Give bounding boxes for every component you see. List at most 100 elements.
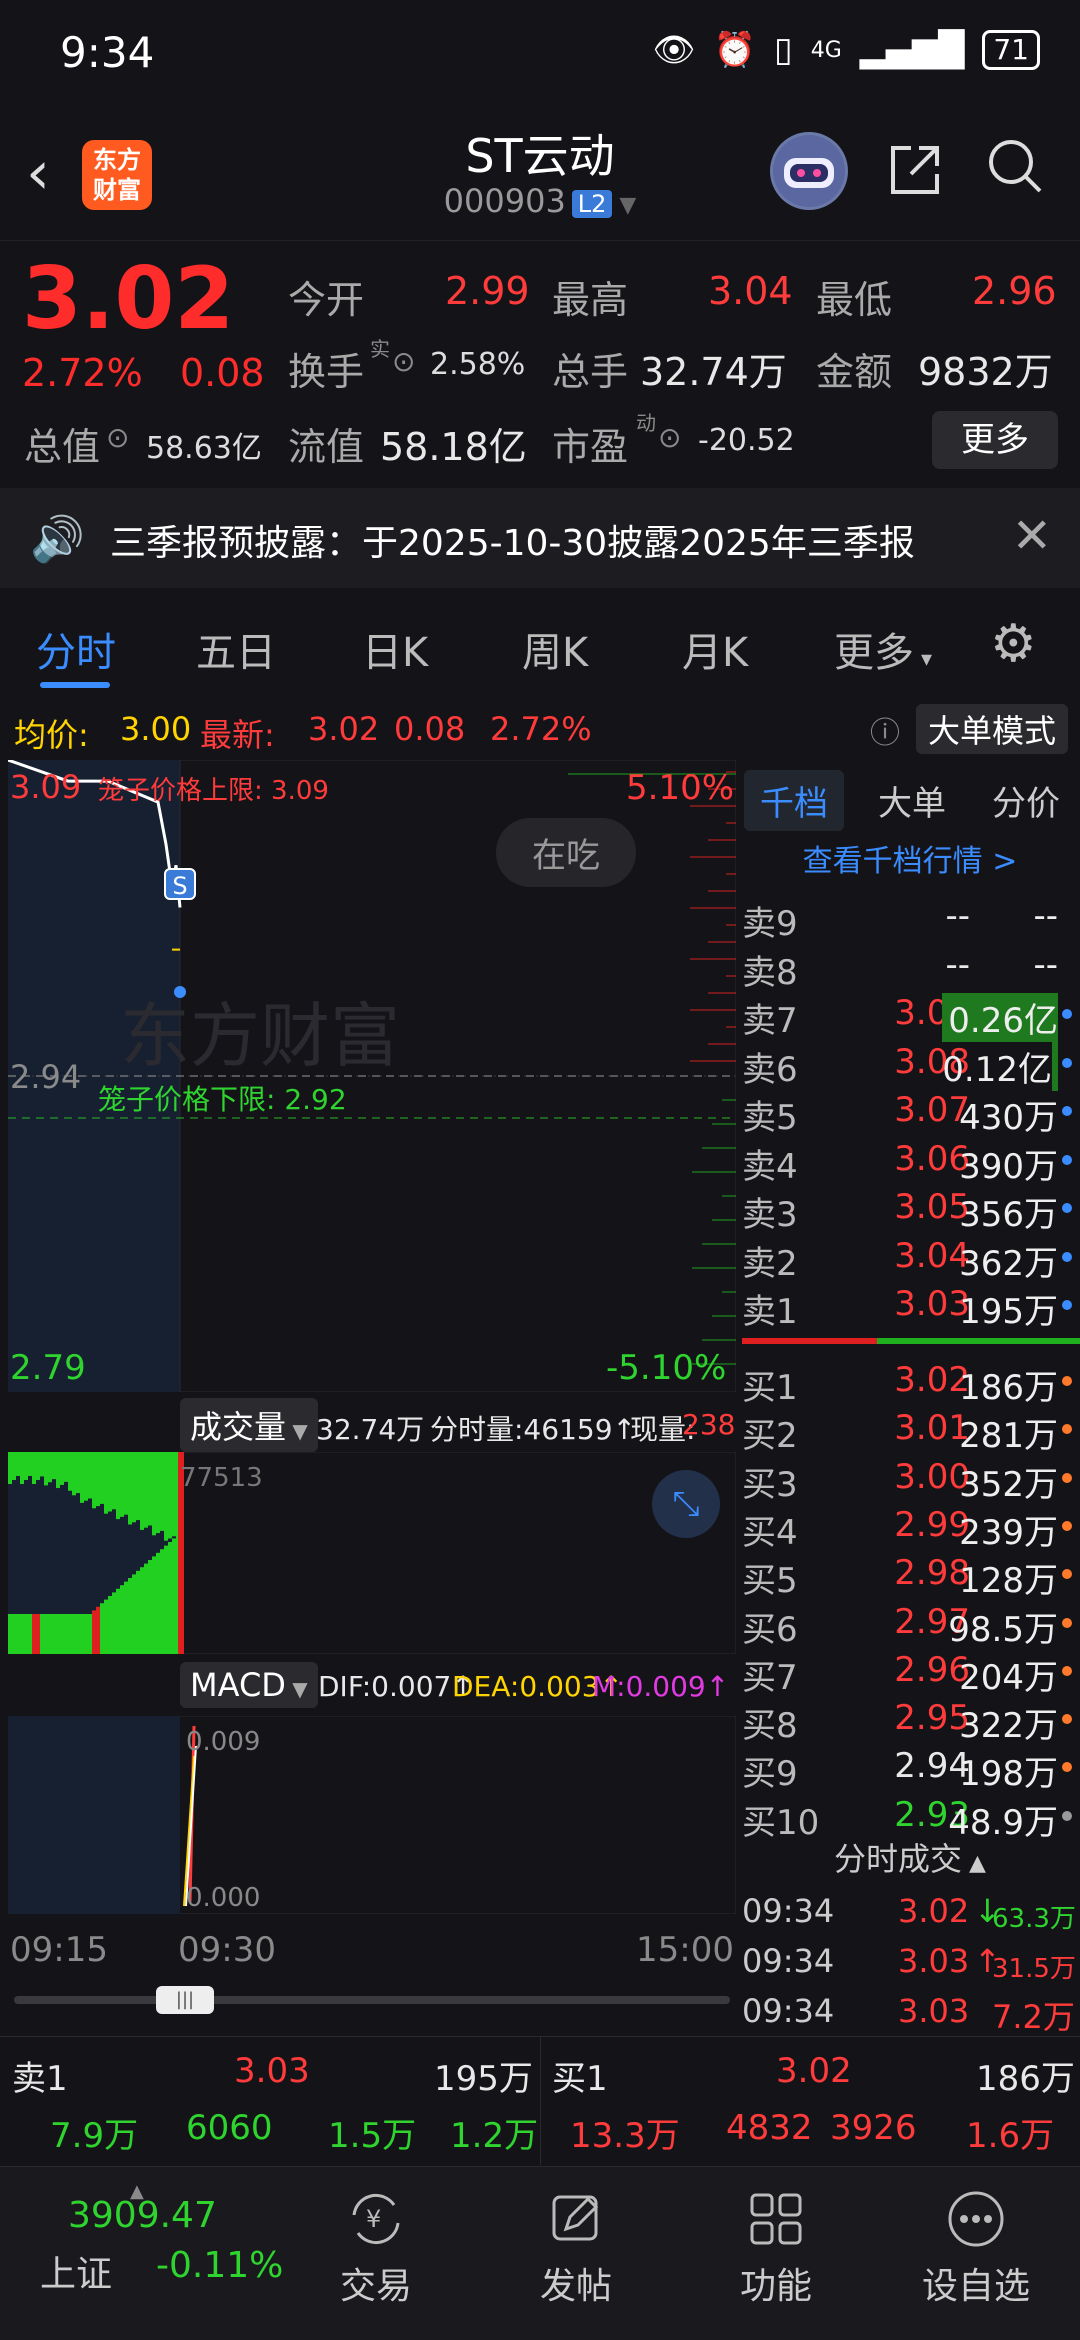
volume-bar <box>156 1552 160 1654</box>
asks-row[interactable]: 卖9 -- -- <box>742 896 1080 944</box>
tick-time: 09:34 <box>742 1892 835 1930</box>
volume-bar <box>64 1614 68 1654</box>
volume-bar <box>128 1578 132 1654</box>
tab-daily-k[interactable]: 日K <box>362 620 428 678</box>
nav-watchlist[interactable]: 设自选 <box>906 2187 1046 2309</box>
volume-bar <box>128 1452 132 1525</box>
tab-weekly-k[interactable]: 周K <box>522 620 588 678</box>
share-icon[interactable] <box>885 140 945 214</box>
volume-bar <box>96 1606 100 1654</box>
big-order-mode-button[interactable]: 大单模式 <box>916 704 1069 754</box>
summary-right-1: 13.3万 <box>570 2116 680 2156</box>
volume-bar <box>136 1570 140 1654</box>
view-depth-link[interactable]: 查看千档行情 > <box>740 836 1080 880</box>
mcap-value: 58.63亿 <box>146 431 262 466</box>
quote-panel: 3.02 2.72% 0.08 今开 2.99 最高 3.04 最低 2.96 … <box>0 240 1080 485</box>
volume-bar <box>168 1542 172 1654</box>
volume-bar <box>60 1452 64 1485</box>
asks-level-label: 卖6 <box>742 1049 798 1090</box>
nav-functions[interactable]: 功能 <box>706 2187 846 2309</box>
time-end: 15:00 <box>636 1930 734 1970</box>
asks-row[interactable]: 卖6 3.08 0.12亿 <box>742 1041 1080 1091</box>
pe-value: -20.52 <box>698 423 795 458</box>
info-icon[interactable]: ⊙ <box>658 421 681 454</box>
order-dot-icon <box>1062 1472 1072 1483</box>
info-icon[interactable]: ⊙ <box>106 421 129 454</box>
bids-row[interactable]: 买7 2.96 204万 <box>742 1650 1080 1698</box>
bid-ask-ratio-bar <box>742 1338 1080 1344</box>
bids-row[interactable]: 买6 2.97 98.5万 <box>742 1602 1080 1650</box>
ticks-header[interactable]: 分时成交 ▲ <box>740 1834 1080 1880</box>
eating-bubble: 在吃 <box>496 818 636 887</box>
volume-selector[interactable]: 成交量 ▼ <box>180 1398 318 1452</box>
bids-row[interactable]: 买4 2.99 239万 <box>742 1505 1080 1553</box>
tab-price-dist[interactable]: 分价 <box>976 770 1076 831</box>
notice-bar[interactable]: 🔊 三季报预披露：于2025-10-30披露2025年三季报 ✕ <box>0 488 1080 588</box>
search-icon[interactable] <box>985 136 1045 210</box>
time-scrollbar[interactable] <box>14 1996 730 2004</box>
bids-row[interactable]: 买8 2.95 322万 <box>742 1698 1080 1746</box>
stock-code-text: 000903 <box>443 182 566 220</box>
tab-intraday[interactable]: 分时 <box>36 620 116 678</box>
tab-5day[interactable]: 五日 <box>196 620 276 678</box>
volume-value: 32.74万 <box>640 350 787 394</box>
nav-trade[interactable]: ¥ 交易 <box>306 2187 446 2309</box>
asks-row[interactable]: 卖3 3.05 356万 <box>742 1187 1080 1235</box>
volume-bar <box>36 1452 40 1480</box>
volume-bar <box>144 1452 148 1528</box>
bottom-price: 2.79 <box>10 1348 86 1388</box>
volume-bar <box>76 1614 80 1654</box>
robot-assistant-icon[interactable] <box>770 132 848 210</box>
scrollbar-handle[interactable]: ||| <box>156 1986 214 2014</box>
order-dot-icon <box>1062 1714 1072 1725</box>
asks-row[interactable]: 卖1 3.03 195万 <box>742 1284 1080 1332</box>
bids-level-label: 买3 <box>742 1464 798 1505</box>
volume-chart[interactable]: 77513 <box>8 1452 736 1654</box>
asks-row[interactable]: 卖7 3.09 0.26亿 <box>742 993 1080 1042</box>
asks-volume: 390万 <box>959 1146 1058 1187</box>
asks-row[interactable]: 卖8 -- -- <box>742 945 1080 993</box>
volume-bar <box>76 1452 80 1494</box>
index-name: 上证 <box>40 2254 113 2295</box>
bottom-pct: -5.10% <box>606 1348 727 1388</box>
tab-big-orders[interactable]: 大单 <box>862 770 962 831</box>
orderbook-tabs: 千档 大单 分价 <box>740 762 1080 831</box>
volume-bar <box>164 1545 168 1654</box>
volume-bar <box>148 1452 152 1526</box>
tick-volume: 7.2万 <box>992 1998 1075 2036</box>
asks-row[interactable]: 卖2 3.04 362万 <box>742 1236 1080 1284</box>
order-dot-icon <box>1062 1810 1072 1821</box>
tab-thousand-level[interactable]: 千档 <box>744 770 844 831</box>
order-dot-icon <box>1062 1106 1072 1116</box>
macd-selector[interactable]: MACD ▼ <box>180 1662 318 1708</box>
bids-row[interactable]: 买9 2.94 198万 <box>742 1746 1080 1794</box>
nav-post[interactable]: 发帖 <box>506 2187 646 2309</box>
volume-bar <box>48 1452 52 1483</box>
info-icon[interactable]: ⊙ <box>392 345 415 378</box>
expand-icon[interactable]: ⤡ <box>652 1470 720 1538</box>
bids-row[interactable]: 买1 3.02 186万 <box>742 1360 1080 1408</box>
volume-bar <box>44 1452 48 1486</box>
sell-marker[interactable]: S <box>164 868 196 900</box>
tab-monthly-k[interactable]: 月K <box>682 620 748 678</box>
help-icon[interactable]: ⓘ <box>870 708 900 752</box>
tick-time: 09:34 <box>742 1942 835 1980</box>
close-icon[interactable]: ✕ <box>1012 508 1052 564</box>
asks-row[interactable]: 卖4 3.06 390万 <box>742 1139 1080 1187</box>
order-dot-icon <box>1062 1251 1072 1262</box>
grid-icon <box>706 2187 846 2257</box>
tab-more[interactable]: 更多 ▾ <box>834 620 932 678</box>
ticks-header-label: 分时成交 <box>834 1840 963 1878</box>
volume-bar <box>8 1614 12 1654</box>
asks-level-label: 卖8 <box>742 952 798 993</box>
settings-gear-icon[interactable]: ⚙ <box>990 614 1037 674</box>
bids-row[interactable]: 买5 2.98 128万 <box>742 1553 1080 1601</box>
asks-row[interactable]: 卖5 3.07 430万 <box>742 1090 1080 1138</box>
volume-bar <box>24 1452 28 1480</box>
bids-row[interactable]: 买3 3.00 352万 <box>742 1457 1080 1505</box>
more-button[interactable]: 更多 <box>932 411 1058 469</box>
volume-total: 32.74万 <box>316 1413 425 1446</box>
bids-row[interactable]: 买2 3.01 281万 <box>742 1408 1080 1456</box>
macd-chart[interactable]: 0.009 0.000 <box>8 1716 736 1914</box>
bids-volume: 239万 <box>959 1512 1058 1553</box>
